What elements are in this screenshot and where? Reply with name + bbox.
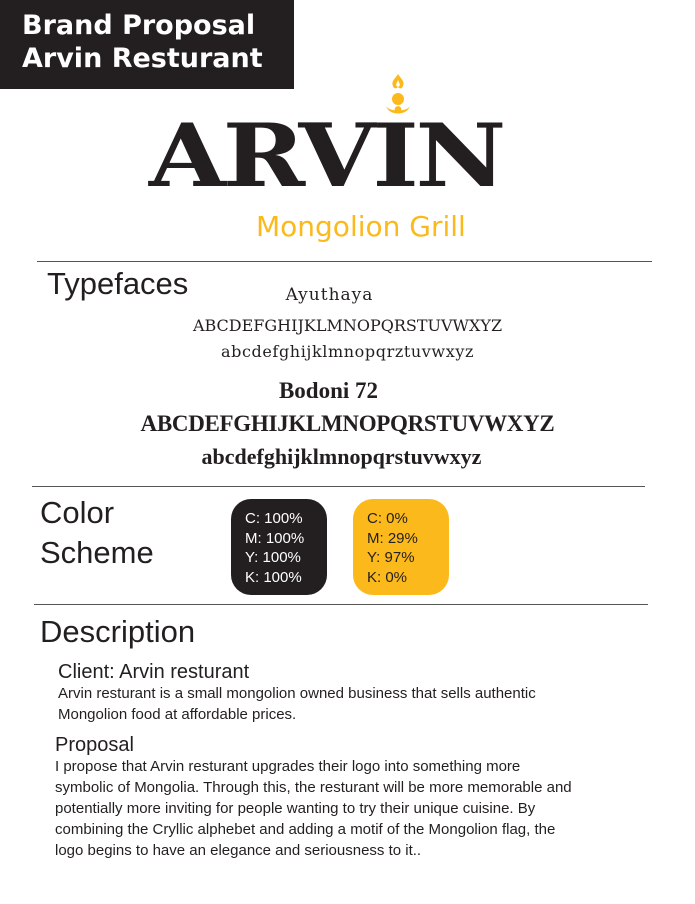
arvin-logo: ARVIN Mongolion Grill (149, 72, 510, 252)
client-line-2: Mongolion food at affordable prices. (58, 706, 297, 723)
title-line-1: Brand Proposal (22, 10, 256, 41)
proposal-line-5: logo begins to have an elegance and seri… (55, 842, 422, 859)
proposal-line-2: symbolic of Mongolia. Through this, the … (55, 779, 572, 796)
typeface-2-lowercase: abcdefghijklmnopqrstuvwxyz (201, 444, 482, 469)
swatch-black-c: C: 100% (245, 510, 303, 527)
typeface-1-name: Ayuthaya (285, 285, 374, 305)
description-heading: Description (40, 614, 196, 649)
typeface-2-name: Bodoni 72 (278, 378, 379, 403)
divider-1 (37, 261, 652, 262)
logo-tagline: Mongolion Grill (256, 210, 466, 243)
client-paragraph: Arvin resturant is a small mongolion own… (58, 683, 536, 725)
color-scheme-heading-line-2: Scheme (40, 535, 154, 570)
typeface-1-lowercase: abcdefghijklmnopqrztuvwxyz (220, 342, 475, 361)
swatch-yellow-k: K: 0% (367, 568, 408, 586)
swatch-black: C: 100% M: 100% Y: 100% K: 100% (231, 499, 327, 595)
client-title: Client: Arvin resturant (58, 661, 250, 683)
swatch-yellow-c: C: 0% (367, 510, 408, 527)
proposal-line-1: I propose that Arvin resturant upgrades … (55, 758, 521, 775)
divider-3 (34, 604, 648, 605)
swatch-black-m: M: 100% (245, 529, 305, 547)
swatch-black-y: Y: 100% (245, 549, 301, 566)
proposal-line-3: potentially more inviting for people wan… (55, 800, 536, 817)
divider-2 (32, 486, 645, 487)
swatch-black-k: K: 100% (245, 568, 302, 586)
typeface-2-uppercase: ABCDEFGHIJKLMNOPQRSTUVWXYZ (140, 411, 555, 436)
title-line-2: Arvin Resturant (22, 43, 263, 74)
swatch-yellow-y: Y: 97% (367, 549, 415, 566)
proposal-title: Proposal (55, 734, 134, 756)
typeface-1-uppercase: ABCDEFGHIJKLMNOPQRSTUVWXYZ (192, 316, 503, 335)
client-line-1: Arvin resturant is a small mongolion own… (58, 685, 536, 702)
proposal-line-4: combining the Cryllic alphebet and addin… (55, 821, 556, 838)
swatch-yellow: C: 0% M: 29% Y: 97% K: 0% (353, 499, 449, 595)
logo-wordmark: ARVIN (148, 104, 507, 207)
color-scheme-heading-line-1: Color (40, 495, 115, 530)
proposal-paragraph: I propose that Arvin resturant upgrades … (55, 756, 572, 861)
swatch-yellow-m: M: 29% (367, 529, 418, 547)
